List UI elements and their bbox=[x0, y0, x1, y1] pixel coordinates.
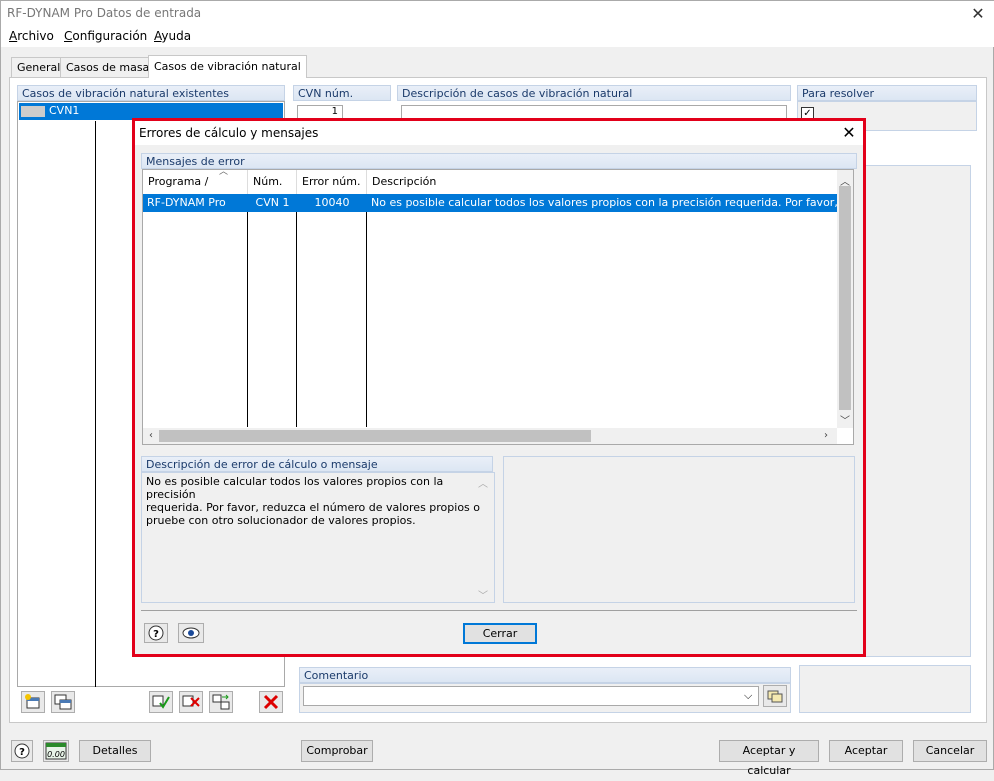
check-button[interactable]: Comprobar bbox=[301, 740, 373, 762]
detail-scroll-up-icon[interactable]: ︿ bbox=[478, 475, 488, 490]
toggle-grid-icon bbox=[212, 694, 230, 710]
errors-dialog: Errores de cálculo y mensajes ✕ Mensajes… bbox=[132, 118, 866, 657]
cvn-num-header: CVN núm. bbox=[293, 85, 391, 101]
new-case-button[interactable] bbox=[21, 691, 45, 713]
comment-combo[interactable]: ⌵ bbox=[303, 686, 759, 706]
main-window: RF-DYNAM Pro Datos de entrada ✕ Archivo … bbox=[0, 0, 994, 777]
window-title: RF-DYNAM Pro Datos de entrada bbox=[7, 6, 202, 20]
cell-program: RF-DYNAM Pro bbox=[147, 196, 226, 209]
error-messages-header: Mensajes de error bbox=[141, 153, 857, 169]
check-all-button[interactable] bbox=[149, 691, 173, 713]
uncheck-all-button[interactable] bbox=[179, 691, 203, 713]
horizontal-scrollbar[interactable]: ‹ › bbox=[143, 428, 837, 444]
cvn1-color-swatch bbox=[21, 106, 45, 117]
svg-text:?: ? bbox=[153, 629, 159, 640]
description-combo[interactable] bbox=[401, 105, 787, 119]
copy-case-icon bbox=[54, 694, 72, 710]
cvn1-label: CVN1 bbox=[49, 104, 80, 117]
detail-scroll-down-icon[interactable]: ﹀ bbox=[478, 587, 488, 602]
col-header-num[interactable]: Núm. bbox=[248, 170, 297, 194]
accept-button[interactable]: Aceptar bbox=[829, 740, 903, 762]
decimal-places-icon: 0.00 bbox=[45, 742, 67, 760]
check-grid-icon bbox=[152, 695, 170, 709]
cell-error-num: 10040 bbox=[314, 196, 350, 209]
cvn-num-field[interactable]: 1 bbox=[297, 105, 343, 119]
scroll-left-icon[interactable]: ‹ bbox=[144, 430, 158, 441]
sort-up-icon: ︿ bbox=[219, 167, 229, 177]
tab-casos-de-vibracion-natural[interactable]: Casos de vibración natural bbox=[148, 55, 307, 78]
col-header-description[interactable]: Descripción bbox=[367, 170, 837, 194]
dialog-separator bbox=[141, 610, 857, 611]
error-detail-text: No es posible calcular todos los valores… bbox=[146, 475, 494, 527]
menu-configuracion-label: onfiguración bbox=[72, 29, 148, 43]
tab-general[interactable]: General bbox=[11, 57, 67, 77]
dialog-close-icon[interactable]: ✕ bbox=[838, 123, 860, 143]
scroll-right-icon[interactable]: › bbox=[819, 430, 833, 441]
error-detail-box: No es posible calcular todos los valores… bbox=[141, 472, 495, 603]
help-button[interactable]: ? bbox=[11, 740, 33, 762]
error-detail-header: Descripción de error de cálculo o mensaj… bbox=[141, 456, 493, 472]
cell-description: No es posible calcular todos los valores… bbox=[371, 196, 837, 209]
vertical-scroll-thumb[interactable] bbox=[839, 186, 851, 410]
toggle-check-button[interactable] bbox=[209, 691, 233, 713]
list-column-divider bbox=[95, 121, 96, 687]
uncheck-grid-icon bbox=[182, 695, 200, 707]
cases-list-header: Casos de vibración natural existentes bbox=[17, 85, 285, 101]
menu-archivo-mnemonic: A bbox=[9, 29, 18, 43]
right-bottom-panel bbox=[799, 665, 971, 713]
error-detail-line: No es posible calcular todos los valores… bbox=[146, 475, 444, 501]
title-bar: RF-DYNAM Pro Datos de entrada ✕ bbox=[1, 1, 994, 27]
table-row[interactable]: RF-DYNAM Pro CVN 1 10040 No es posible c… bbox=[143, 194, 837, 212]
horizontal-scroll-thumb[interactable] bbox=[159, 430, 591, 442]
new-case-icon bbox=[25, 694, 40, 709]
help-icon: ? bbox=[148, 625, 164, 641]
library-icon bbox=[767, 690, 783, 703]
to-solve-header: Para resolver bbox=[797, 85, 977, 101]
chevron-down-icon: ⌵ bbox=[744, 689, 753, 702]
svg-text:0.00: 0.00 bbox=[47, 750, 65, 759]
scroll-down-icon[interactable]: ﹀ bbox=[838, 412, 852, 427]
grid-col-line bbox=[366, 212, 367, 427]
col-header-program[interactable]: Programa / Módulo bbox=[143, 170, 248, 212]
help-icon: ? bbox=[14, 743, 30, 759]
dialog-view-button[interactable] bbox=[178, 623, 204, 643]
tab-casos-de-masas[interactable]: Casos de masas bbox=[60, 57, 162, 77]
menu-archivo[interactable]: Archivo bbox=[9, 29, 54, 43]
graphic-panel bbox=[503, 456, 855, 603]
error-detail-line: pruebe con otro solucionador de valores … bbox=[146, 514, 416, 527]
vertical-scrollbar[interactable]: ︿ ﹀ bbox=[837, 170, 853, 428]
menu-ayuda[interactable]: Ayuda bbox=[154, 29, 191, 43]
dialog-help-button[interactable]: ? bbox=[144, 623, 168, 643]
grid-col-line bbox=[296, 212, 297, 427]
dialog-title: Errores de cálculo y mensajes bbox=[139, 126, 319, 140]
menu-configuracion[interactable]: Configuración bbox=[64, 29, 147, 43]
error-detail-line: requerida. Por favor, reduzca el número … bbox=[146, 501, 481, 514]
menu-ayuda-label: yuda bbox=[161, 29, 192, 43]
comment-header: Comentario bbox=[299, 667, 791, 683]
menu-bar: Archivo Configuración Ayuda bbox=[1, 27, 994, 47]
col-header-error-num[interactable]: Error núm. bbox=[297, 170, 367, 194]
comment-library-button[interactable] bbox=[763, 685, 787, 707]
dialog-close-button[interactable]: Cerrar bbox=[463, 623, 537, 644]
eye-icon bbox=[182, 627, 200, 639]
delete-case-button[interactable] bbox=[259, 691, 283, 713]
delete-icon bbox=[263, 694, 279, 710]
accept-and-calculate-button[interactable]: Aceptar y calcular bbox=[719, 740, 819, 777]
details-button[interactable]: Detalles bbox=[79, 740, 151, 762]
cell-num: CVN 1 bbox=[255, 196, 290, 209]
grid-col-line bbox=[247, 212, 248, 427]
dialog-title-bar: Errores de cálculo y mensajes ✕ bbox=[135, 121, 863, 145]
units-button[interactable]: 0.00 bbox=[43, 740, 69, 762]
copy-case-button[interactable] bbox=[51, 691, 75, 713]
description-header: Descripción de casos de vibración natura… bbox=[397, 85, 791, 101]
window-close-icon[interactable]: ✕ bbox=[967, 3, 989, 25]
error-grid: Programa / Módulo ︿ Núm. Error núm. Desc… bbox=[142, 167, 854, 445]
svg-text:?: ? bbox=[19, 747, 25, 758]
menu-archivo-label: rchivo bbox=[17, 29, 54, 43]
cancel-button[interactable]: Cancelar bbox=[913, 740, 987, 762]
